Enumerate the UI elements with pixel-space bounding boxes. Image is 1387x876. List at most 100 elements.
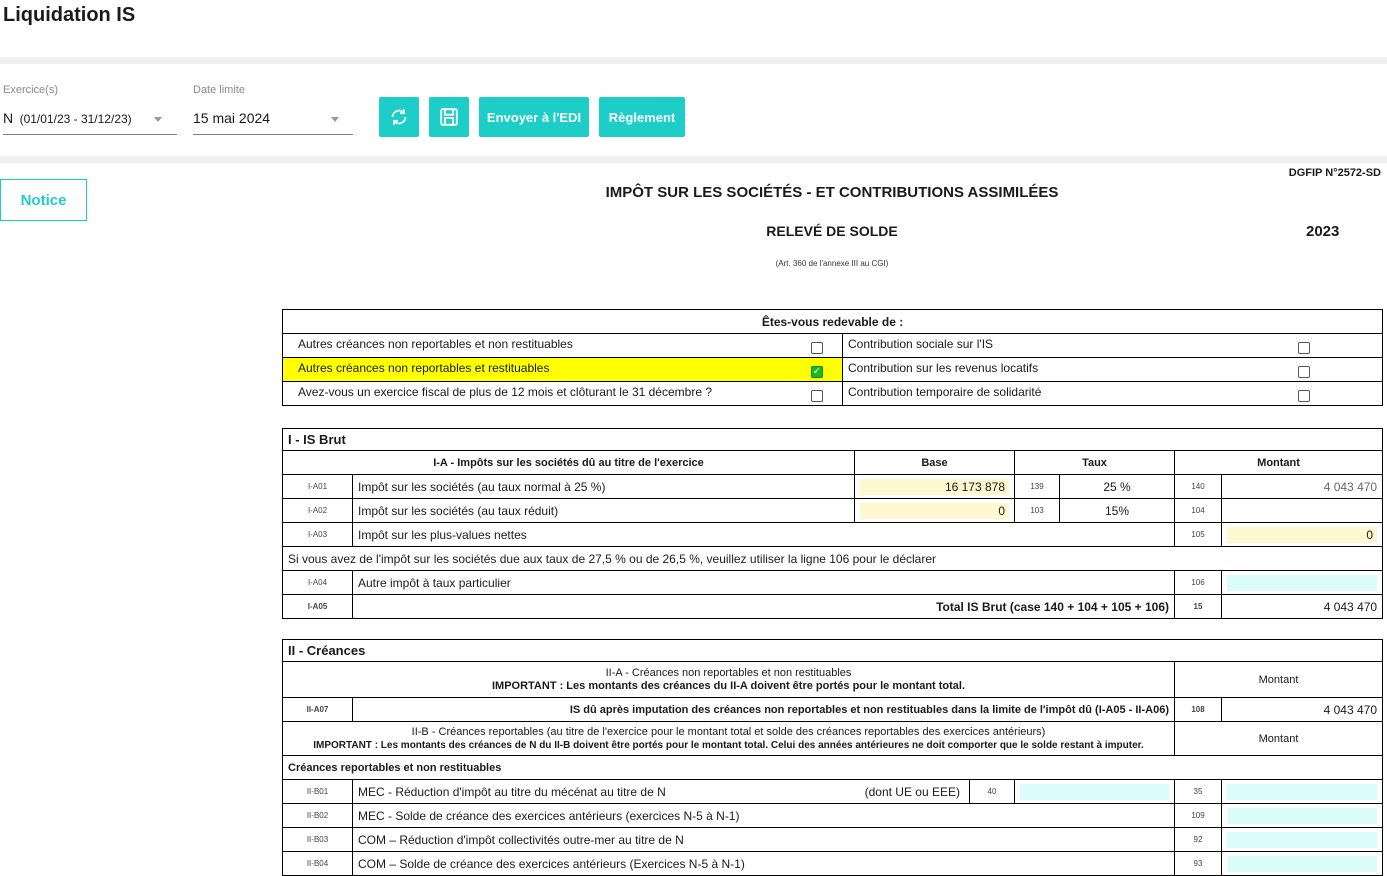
case-number: 93: [1174, 851, 1222, 876]
redevable-right-label: Contribution sur les revenus locatifs: [848, 361, 1039, 375]
case-number: 106: [1174, 570, 1222, 595]
amount-input[interactable]: [1227, 783, 1378, 800]
line-label: Impôt sur les plus-values nettes: [352, 522, 1175, 547]
redevable-checkbox-checked[interactable]: ✓: [811, 366, 823, 378]
table-row: I-A05 Total IS Brut (case 140 + 104 + 10…: [282, 594, 1384, 619]
form-year: 2023: [1306, 223, 1340, 240]
rate-value: 25 %: [1059, 474, 1175, 499]
section-b-important: IMPORTANT : Les montants des créances de…: [313, 739, 1144, 751]
notice-button[interactable]: Notice: [0, 179, 87, 221]
line-label: MEC - Réduction d'impôt au titre du mécé…: [358, 784, 666, 799]
amount-input[interactable]: 0: [1227, 526, 1378, 543]
column-header: Montant: [1173, 721, 1384, 756]
line-code: II-B02: [282, 803, 353, 828]
line-label: Impôt sur les sociétés (au taux réduit): [352, 498, 855, 523]
redevable-checkbox[interactable]: [1298, 342, 1311, 354]
redevable-left-label: Autres créances non reportables et non r…: [298, 337, 573, 351]
redevable-heading: Êtes-vous redevable de :: [281, 309, 1384, 334]
redevable-checkbox[interactable]: [1298, 390, 1311, 402]
save-button[interactable]: [429, 97, 469, 137]
line-code: I-A03: [282, 522, 353, 547]
save-icon: [440, 108, 458, 126]
line-label: Impôt sur les sociétés (au taux normal à…: [352, 474, 855, 499]
case-number: 140: [1174, 474, 1222, 499]
case-number: 109: [1174, 803, 1222, 828]
line-code: I-A01: [282, 474, 353, 499]
total-label: Total IS Brut (case 140 + 104 + 105 + 10…: [352, 594, 1175, 619]
refresh-button[interactable]: [379, 97, 419, 137]
creances-table: II - Créances II-A - Créances non report…: [281, 639, 1384, 876]
column-header: Montant: [1173, 450, 1384, 475]
table-row: I-A01 Impôt sur les sociétés (au taux no…: [282, 474, 1384, 499]
redevable-left-label: Avez-vous un exercice fiscal de plus de …: [298, 385, 712, 399]
amount-value: [1220, 498, 1384, 523]
exercise-prefix: N: [3, 110, 14, 126]
exercise-label: Exercice(s): [3, 84, 59, 96]
amount-input[interactable]: [1227, 574, 1378, 591]
redevable-checkbox[interactable]: [811, 390, 823, 402]
form-reference: DGFIP N°2572-SD: [1288, 167, 1381, 179]
amount-value: 4 043 470: [1220, 697, 1384, 722]
redevable-row: Avez-vous un exercice fiscal de plus de …: [282, 381, 1384, 406]
redevable-checkbox[interactable]: [1298, 366, 1311, 378]
line-code: I-A02: [282, 498, 353, 523]
section-a-heading: II-A - Créances non reportables et non r…: [605, 666, 852, 679]
deadline-select[interactable]: Date limite 15 mai 2024: [193, 84, 353, 136]
case-number: 139: [1014, 474, 1060, 499]
payment-button[interactable]: Règlement: [599, 97, 685, 137]
line-label: COM – Solde de créance des exercices ant…: [352, 851, 1175, 876]
case-number: 35: [1174, 779, 1222, 804]
case-number: 105: [1174, 522, 1222, 547]
amount-input[interactable]: [1227, 807, 1378, 824]
table-row: I-A02 Impôt sur les sociétés (au taux ré…: [282, 498, 1384, 523]
form-subtitle: RELEVÉ DE SOLDE: [766, 223, 898, 239]
is-brut-table: I - IS Brut I-A - Impôts sur les société…: [281, 428, 1384, 619]
top-band: [0, 57, 1387, 64]
line-code: II-B04: [282, 851, 353, 876]
redevable-checkbox[interactable]: [811, 342, 823, 354]
deadline-value: 15 mai 2024: [193, 110, 271, 126]
table-row: II-B01 MEC - Réduction d'impôt au titre …: [282, 779, 1384, 804]
chevron-down-icon[interactable]: [331, 117, 339, 122]
exercise-underline: [3, 134, 177, 135]
table-row: II-B04 COM – Solde de créance des exerci…: [282, 851, 1384, 876]
redevable-table: Êtes-vous redevable de : Autres créances…: [281, 309, 1384, 406]
case-number: 103: [1014, 498, 1060, 523]
case-number: 15: [1174, 594, 1222, 619]
exercise-select[interactable]: Exercice(s) N (01/01/23 - 31/12/23): [3, 84, 177, 136]
rate-value: 15%: [1059, 498, 1175, 523]
section-title: I - IS Brut: [281, 428, 1384, 451]
send-edi-button[interactable]: Envoyer à l'EDI: [479, 97, 589, 137]
table-row: I-A04 Autre impôt à taux particulier 106: [282, 570, 1384, 595]
chevron-down-icon[interactable]: [154, 117, 162, 122]
refresh-icon: [391, 109, 407, 125]
column-header: Montant: [1173, 661, 1384, 698]
dont-input[interactable]: [1020, 783, 1169, 800]
amount-input[interactable]: [1227, 831, 1378, 848]
deadline-underline: [193, 134, 353, 135]
section-title: II - Créances: [281, 639, 1384, 662]
base-input[interactable]: 0: [860, 502, 1009, 519]
case-number: 40: [969, 779, 1015, 804]
case-number: 108: [1174, 697, 1222, 722]
form-title: IMPÔT SUR LES SOCIÉTÉS - ET CONTRIBUTION…: [605, 184, 1059, 201]
section-a-important: IMPORTANT : Les montants des créances du…: [491, 679, 966, 692]
column-header: Base: [854, 450, 1015, 475]
line-label: IS dû après imputation des créances non …: [352, 697, 1175, 722]
amount-value: 4 043 470: [1220, 474, 1384, 499]
base-input[interactable]: 16 173 878: [860, 478, 1009, 495]
dont-label: (dont UE ou EEE): [864, 784, 960, 799]
redevable-row: Autres créances non reportables et non r…: [282, 333, 1384, 358]
line-code: II-B03: [282, 827, 353, 852]
table-row: II-B03 COM – Réduction d'impôt collectiv…: [282, 827, 1384, 852]
middle-band: [0, 156, 1387, 163]
line-code: I-A05: [282, 594, 353, 619]
line-label: MEC - Solde de créance des exercices ant…: [352, 803, 1175, 828]
line-code: II-B01: [282, 779, 353, 804]
section-b-heading: II-B - Créances reportables (au titre de…: [411, 725, 1046, 738]
redevable-right-label: Contribution sociale sur l'IS: [848, 337, 994, 351]
column-header: Taux: [1014, 450, 1175, 475]
total-amount: 4 043 470: [1220, 594, 1384, 619]
line-label: Autre impôt à taux particulier: [352, 570, 1175, 595]
amount-input[interactable]: [1227, 855, 1378, 872]
